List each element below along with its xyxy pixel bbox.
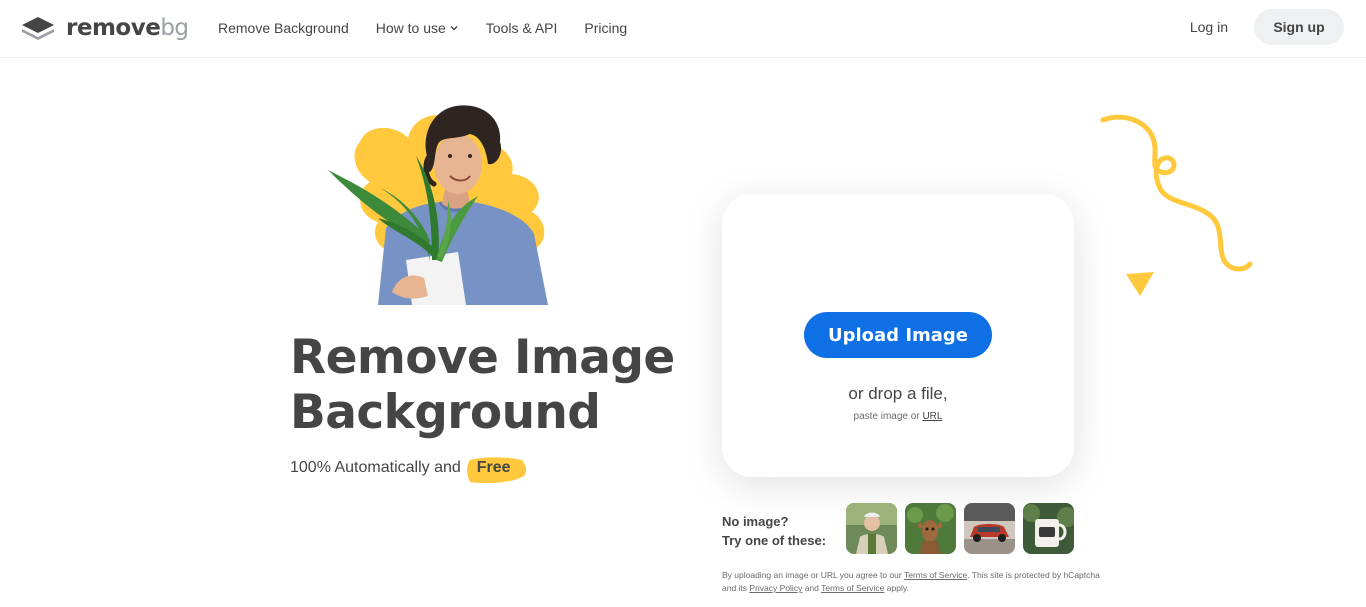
nav-link-tools-api[interactable]: Tools & API xyxy=(486,20,558,36)
squiggle-decoration xyxy=(1100,114,1253,272)
terms-link[interactable]: Terms of Service xyxy=(904,570,967,580)
legal-notice: By uploading an image or URL you agree t… xyxy=(722,569,1102,595)
upload-image-button[interactable]: Upload Image xyxy=(804,312,992,358)
login-link[interactable]: Log in xyxy=(1190,19,1228,35)
upload-card: Upload Image or drop a file, paste image… xyxy=(722,194,1074,477)
logo-main: remove xyxy=(66,15,161,41)
sample-prompt-line1: No image? xyxy=(722,514,789,529)
hero-title-line1: Remove Image xyxy=(290,330,675,385)
sample-thumb-mug[interactable] xyxy=(1023,503,1074,554)
sample-prompt-line2: Try one of these: xyxy=(722,533,827,548)
terms-link-2[interactable]: Terms of Service xyxy=(821,583,884,593)
nav-link-pricing[interactable]: Pricing xyxy=(584,20,627,36)
logo[interactable]: removebg xyxy=(20,12,189,44)
legal-text-4: apply. xyxy=(886,583,909,593)
free-highlight: Free xyxy=(466,457,526,484)
hero-title-line2: Background xyxy=(290,385,601,440)
url-link[interactable]: URL xyxy=(922,411,942,422)
car-image-icon xyxy=(964,503,1015,554)
legal-text-1: By uploading an image or URL you agree t… xyxy=(722,570,902,580)
hero-title: Remove Image Background xyxy=(290,330,710,440)
deer-image-icon xyxy=(905,503,956,554)
sample-prompt: No image? Try one of these: xyxy=(722,512,826,550)
signup-button[interactable]: Sign up xyxy=(1254,9,1344,45)
triangle-decoration xyxy=(1126,272,1154,296)
hero-subtitle-text: 100% Automatically and xyxy=(290,459,461,476)
top-nav: removebg Remove Background How to use To… xyxy=(0,0,1366,58)
free-label: Free xyxy=(476,459,511,476)
logo-accent: bg xyxy=(160,15,189,41)
sample-thumb-car[interactable] xyxy=(964,503,1015,554)
nav-link-remove-background[interactable]: Remove Background xyxy=(218,20,349,36)
sample-thumb-person[interactable] xyxy=(846,503,897,554)
sample-thumbnails xyxy=(846,503,1074,554)
mug-image-icon xyxy=(1023,503,1074,554)
person-image-icon xyxy=(846,503,897,554)
privacy-link[interactable]: Privacy Policy xyxy=(749,583,802,593)
hero-subtitle: 100% Automatically and Free xyxy=(290,454,526,484)
logo-icon xyxy=(22,17,54,40)
hero-person-illustration xyxy=(328,105,548,305)
paste-hint: paste image or URL xyxy=(722,411,1074,422)
nav-link-how-to-use-label: How to use xyxy=(375,20,446,36)
legal-text-3: and xyxy=(804,583,819,593)
nav-auth: Log in Sign up xyxy=(1190,9,1344,45)
nav-link-how-to-use[interactable]: How to use xyxy=(376,20,459,36)
sample-thumb-deer[interactable] xyxy=(905,503,956,554)
nav-links: Remove Background How to use Tools & API… xyxy=(218,0,627,56)
drop-file-text: or drop a file, xyxy=(848,384,948,403)
paste-hint-text: paste image or xyxy=(853,411,920,422)
logo-text: removebg xyxy=(66,15,189,41)
chevron-down-icon xyxy=(450,26,458,31)
